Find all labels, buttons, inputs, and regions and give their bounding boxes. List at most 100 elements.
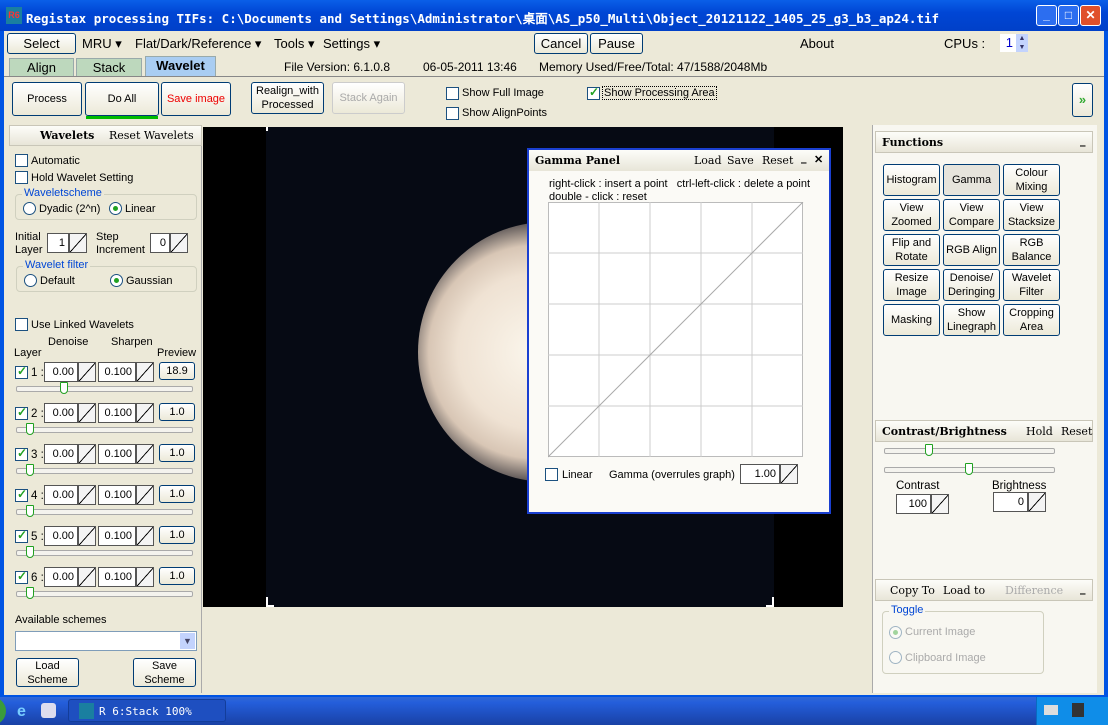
automatic-checkbox[interactable] (15, 154, 28, 167)
layer-3-slider[interactable] (16, 464, 193, 476)
gamma-load-button[interactable]: Load (694, 154, 722, 167)
dyadic-radio[interactable] (23, 202, 36, 215)
gamma-value-spinner[interactable] (780, 464, 798, 484)
layer-6-checkbox[interactable] (15, 569, 28, 584)
initial-layer-input[interactable]: 1 (47, 233, 69, 253)
crop-corner-tl[interactable] (266, 127, 274, 131)
contrast-hold-button[interactable]: Hold (1026, 425, 1053, 438)
menu-flat-dark-reference[interactable]: Flat/Dark/Reference ▾ (135, 36, 261, 52)
layer-6-sharpen-input[interactable]: 0.100 (98, 567, 136, 587)
save-scheme-button[interactable]: Save Scheme (133, 658, 196, 687)
save-image-button[interactable]: Save image (161, 82, 231, 116)
layer-1-sharpen-spinner[interactable] (136, 362, 154, 382)
layer-6-sharpen-spinner[interactable] (136, 567, 154, 587)
layer-5-denoise-input[interactable]: 0.00 (44, 526, 78, 546)
layer-5-sharpen-input[interactable]: 0.100 (98, 526, 136, 546)
gamma-value-input[interactable]: 1.00 (740, 464, 780, 484)
layer-3-sharpen-input[interactable]: 0.100 (98, 444, 136, 464)
function-button-view-compare[interactable]: View Compare (943, 199, 1000, 231)
internet-explorer-icon[interactable]: e (17, 703, 26, 721)
function-button-colour-mixing[interactable]: Colour Mixing (1003, 164, 1060, 196)
hold-wavelet-setting-checkbox[interactable] (15, 171, 28, 184)
menu-settings[interactable]: Settings ▾ (323, 36, 380, 52)
function-button-view-stacksize[interactable]: View Stacksize (1003, 199, 1060, 231)
layer-6-preview-button[interactable]: 1.0 (159, 567, 195, 585)
realign-with-processed-button[interactable]: Realign_with Processed (251, 82, 324, 114)
function-button-rgb-align[interactable]: RGB Align (943, 234, 1000, 266)
layer-4-sharpen-input[interactable]: 0.100 (98, 485, 136, 505)
load-scheme-button[interactable]: Load Scheme (16, 658, 79, 687)
layer-6-denoise-input[interactable]: 0.00 (44, 567, 78, 587)
gamma-reset-button[interactable]: Reset (762, 154, 793, 167)
brightness-input[interactable]: 0 (993, 492, 1028, 512)
layer-2-slider[interactable] (16, 423, 193, 435)
show-full-image-checkbox[interactable] (446, 87, 459, 100)
tab-stack[interactable]: Stack (76, 58, 142, 77)
layer-4-slider[interactable] (16, 505, 193, 517)
keyboard-icon[interactable] (1044, 705, 1058, 715)
layer-3-denoise-input[interactable]: 0.00 (44, 444, 78, 464)
default-filter-radio[interactable] (24, 274, 37, 287)
network-icon[interactable] (1072, 703, 1084, 717)
function-button-rgb-balance[interactable]: RGB Balance (1003, 234, 1060, 266)
function-button-resize-image[interactable]: Resize Image (883, 269, 940, 301)
gamma-minimize-button[interactable]: _ (801, 151, 807, 164)
gamma-linear-checkbox[interactable] (545, 468, 558, 481)
layer-5-preview-button[interactable]: 1.0 (159, 526, 195, 544)
contrast-spinner[interactable] (931, 494, 949, 514)
contrast-input[interactable]: 100 (896, 494, 931, 514)
layer-1-slider[interactable] (16, 382, 193, 394)
gaussian-filter-radio[interactable] (110, 274, 123, 287)
maximize-button[interactable]: □ (1058, 5, 1079, 26)
expand-panel-button[interactable]: » (1072, 83, 1093, 117)
tab-wavelet[interactable]: Wavelet (145, 56, 216, 77)
do-all-button[interactable]: Do All (85, 82, 159, 116)
cpus-spinner[interactable]: ▲ ▼ (1016, 34, 1028, 52)
function-button-show-linegraph[interactable]: Show Linegraph (943, 304, 1000, 336)
function-button-cropping-area[interactable]: Cropping Area (1003, 304, 1060, 336)
copy-collapse-button[interactable]: _ (1080, 582, 1086, 595)
copy-to-button[interactable]: Copy To (890, 584, 935, 597)
process-button[interactable]: Process (12, 82, 82, 116)
layer-4-checkbox[interactable] (15, 487, 28, 502)
brightness-slider[interactable] (884, 463, 1055, 475)
layer-2-checkbox[interactable] (15, 405, 28, 420)
function-button-gamma[interactable]: Gamma (943, 164, 1000, 196)
layer-5-sharpen-spinner[interactable] (136, 526, 154, 546)
tab-align[interactable]: Align (9, 58, 74, 77)
layer-4-slider-thumb[interactable] (25, 505, 34, 517)
crop-corner-br[interactable] (766, 597, 774, 607)
menu-tools[interactable]: Tools ▾ (274, 36, 315, 52)
layer-5-denoise-spinner[interactable] (78, 526, 96, 546)
use-linked-wavelets-checkbox[interactable] (15, 318, 28, 331)
layer-2-preview-button[interactable]: 1.0 (159, 403, 195, 421)
layer-3-checkbox[interactable] (15, 446, 28, 461)
contrast-reset-button[interactable]: Reset (1061, 425, 1092, 438)
layer-1-denoise-input[interactable]: 0.00 (44, 362, 78, 382)
layer-6-slider[interactable] (16, 587, 193, 599)
layer-2-slider-thumb[interactable] (25, 423, 34, 435)
crop-corner-bl[interactable] (266, 597, 274, 607)
layer-5-slider-thumb[interactable] (25, 546, 34, 558)
function-button-view-zoomed[interactable]: View Zoomed (883, 199, 940, 231)
cpus-input[interactable]: 1 (1000, 34, 1016, 52)
chevron-down-icon[interactable]: ▼ (180, 633, 195, 649)
layer-2-denoise-spinner[interactable] (78, 403, 96, 423)
layer-1-slider-thumb[interactable] (59, 382, 68, 394)
select-button[interactable]: Select (7, 33, 76, 54)
layer-3-denoise-spinner[interactable] (78, 444, 96, 464)
reset-wavelets-button[interactable]: Reset Wavelets (109, 129, 194, 142)
layer-4-denoise-spinner[interactable] (78, 485, 96, 505)
layer-1-checkbox[interactable] (15, 364, 28, 379)
layer-4-sharpen-spinner[interactable] (136, 485, 154, 505)
contrast-slider-thumb[interactable] (925, 444, 933, 456)
layer-4-preview-button[interactable]: 1.0 (159, 485, 195, 503)
layer-1-preview-button[interactable]: 18.9 (159, 362, 195, 380)
layer-6-slider-thumb[interactable] (25, 587, 34, 599)
current-image-radio[interactable] (889, 626, 902, 639)
function-button-histogram[interactable]: Histogram (883, 164, 940, 196)
layer-1-sharpen-input[interactable]: 0.100 (98, 362, 136, 382)
stack-again-button[interactable]: Stack Again (332, 82, 405, 114)
brightness-slider-thumb[interactable] (965, 463, 973, 475)
layer-3-sharpen-spinner[interactable] (136, 444, 154, 464)
